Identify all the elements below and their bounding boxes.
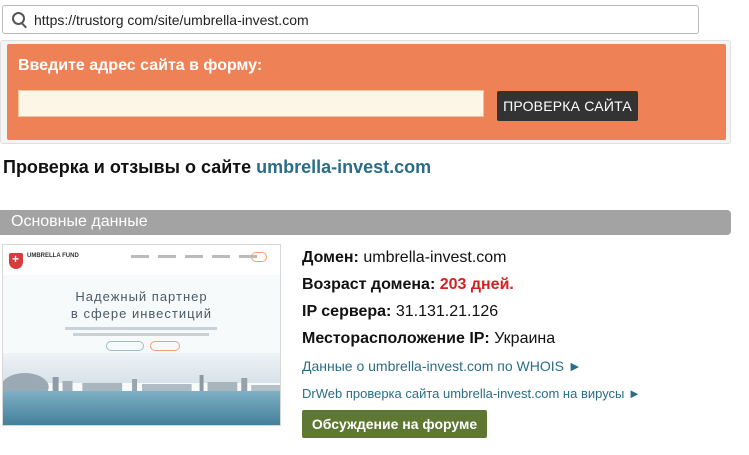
ip-location-value: Украина bbox=[494, 330, 556, 347]
thumbnail-subtext bbox=[65, 327, 217, 330]
page-title: Проверка и отзывы о сайте umbrella-inves… bbox=[3, 157, 431, 178]
domain-age-row: Возраст домена: 203 дней. bbox=[302, 276, 514, 294]
domain-age-label: Возраст домена: bbox=[302, 276, 436, 293]
domain-label: Домен: bbox=[302, 249, 359, 266]
page-title-domain-link[interactable]: umbrella-invest.com bbox=[256, 157, 431, 177]
umbrella-shield-logo-icon bbox=[9, 252, 23, 269]
forum-discussion-button[interactable]: Обсуждение на форуме bbox=[302, 410, 487, 438]
check-site-button[interactable]: ПРОВЕРКА САЙТА bbox=[497, 91, 638, 121]
site-check-form-panel: Введите адрес сайта в форму: ПРОВЕРКА СА… bbox=[0, 40, 731, 144]
site-screenshot-thumbnail: UMBRELLA FUND Надежный партнер в сфере и… bbox=[2, 244, 281, 426]
thumbnail-button-2 bbox=[150, 341, 180, 351]
domain-age-value: 203 дней. bbox=[439, 276, 514, 293]
whois-link[interactable]: Данные о umbrella-invest.com по WHOIS ► bbox=[302, 358, 582, 374]
address-bar[interactable]: https://trustorg com/site/umbrella-inves… bbox=[2, 5, 699, 34]
thumbnail-header bbox=[3, 245, 280, 275]
search-icon bbox=[9, 9, 31, 31]
site-address-input[interactable] bbox=[18, 90, 484, 117]
thumbnail-subtext2 bbox=[73, 333, 209, 336]
thumbnail-water bbox=[3, 391, 280, 425]
domain-value: umbrella-invest.com bbox=[363, 249, 507, 266]
site-check-form: Введите адрес сайта в форму: ПРОВЕРКА СА… bbox=[7, 44, 726, 140]
ip-location-row: Месторасположение IP: Украина bbox=[302, 330, 555, 348]
server-ip-row: IP сервера: 31.131.21.126 bbox=[302, 303, 498, 321]
thumbnail-hero-line2: в сфере инвестиций bbox=[70, 306, 213, 321]
page-title-prefix: Проверка и отзывы о сайте bbox=[3, 157, 252, 177]
drweb-virus-check-link[interactable]: DrWeb проверка сайта umbrella-invest.com… bbox=[302, 386, 641, 401]
section-title: Основные данные bbox=[11, 213, 148, 230]
thumbnail-brand: UMBRELLA FUND bbox=[27, 253, 79, 259]
thumbnail-button-1 bbox=[106, 341, 144, 351]
ip-location-label: Месторасположение IP: bbox=[302, 330, 490, 347]
form-label: Введите адрес сайта в форму: bbox=[18, 57, 263, 74]
section-header: Основные данные bbox=[0, 210, 731, 235]
domain-row: Домен: umbrella-invest.com bbox=[302, 249, 507, 267]
server-ip-label: IP сервера: bbox=[302, 303, 392, 320]
thumbnail-hero-line1: Надежный партнер bbox=[75, 289, 208, 304]
server-ip-value: 31.131.21.126 bbox=[395, 303, 499, 320]
thumbnail-login-pill bbox=[251, 252, 267, 262]
thumbnail-city-skyline bbox=[3, 373, 280, 393]
address-url[interactable]: https://trustorg com/site/umbrella-inves… bbox=[34, 12, 309, 28]
thumbnail-nav bbox=[131, 255, 257, 258]
